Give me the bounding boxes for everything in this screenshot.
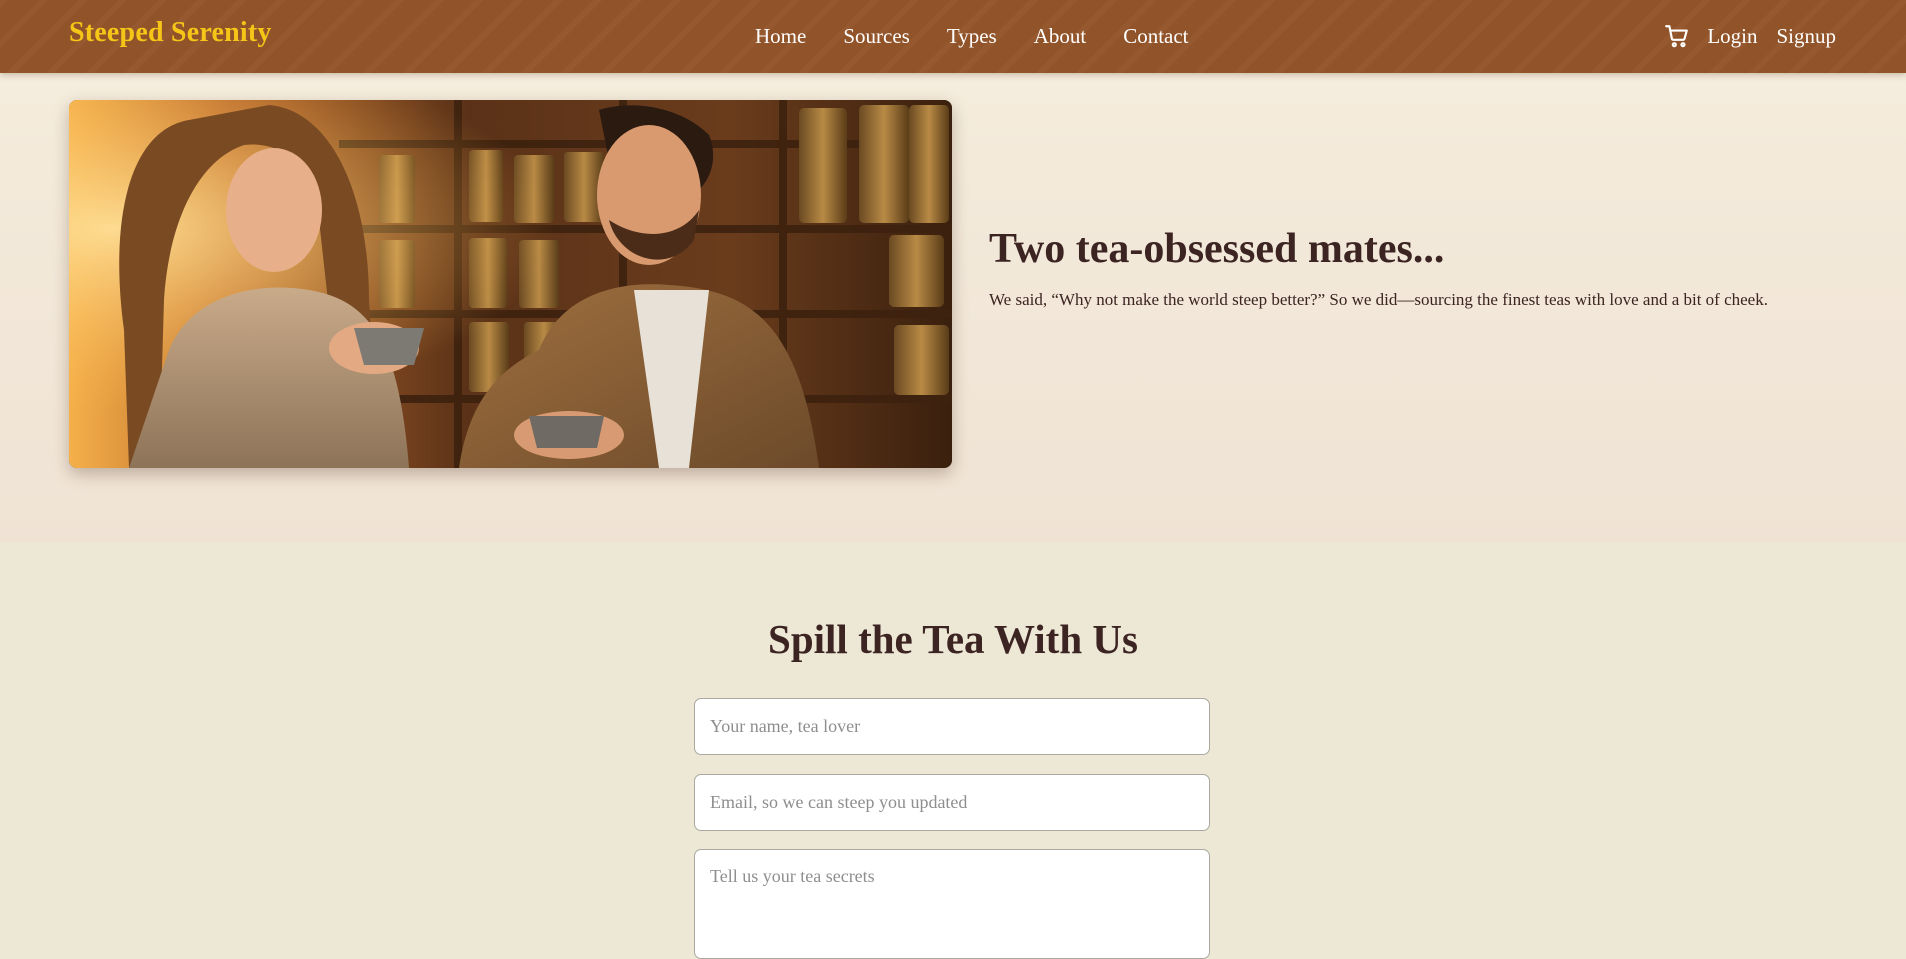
- login-link[interactable]: Login: [1707, 22, 1757, 50]
- hero-image: [69, 100, 952, 468]
- nav-link-types[interactable]: Types: [947, 22, 997, 50]
- shopping-cart-icon[interactable]: [1664, 23, 1690, 49]
- nav-link-contact[interactable]: Contact: [1123, 22, 1188, 50]
- main-nav: Home Sources Types About Contact: [755, 22, 1226, 50]
- name-input[interactable]: [694, 698, 1210, 755]
- nav-link-sources[interactable]: Sources: [843, 22, 910, 50]
- hero-description: We said, “Why not make the world steep b…: [989, 290, 1768, 309]
- brand-logo[interactable]: Steeped Serenity: [69, 17, 272, 49]
- contact-section: Spill the Tea With Us: [0, 542, 1906, 959]
- signup-link[interactable]: Signup: [1776, 22, 1836, 50]
- contact-title: Spill the Tea With Us: [768, 616, 1138, 662]
- email-input[interactable]: [694, 774, 1210, 831]
- navbar: Steeped Serenity Home Sources Types Abou…: [0, 0, 1906, 73]
- hero-section: Two tea-obsessed mates... We said, “Why …: [0, 73, 1906, 542]
- nav-link-about[interactable]: About: [1034, 22, 1087, 50]
- hero-text: Two tea-obsessed mates... We said, “Why …: [989, 224, 1809, 313]
- message-textarea[interactable]: [694, 849, 1210, 959]
- hero-title: Two tea-obsessed mates...: [989, 226, 1445, 272]
- nav-link-home[interactable]: Home: [755, 22, 806, 50]
- nav-account: Login Signup: [1664, 22, 1836, 50]
